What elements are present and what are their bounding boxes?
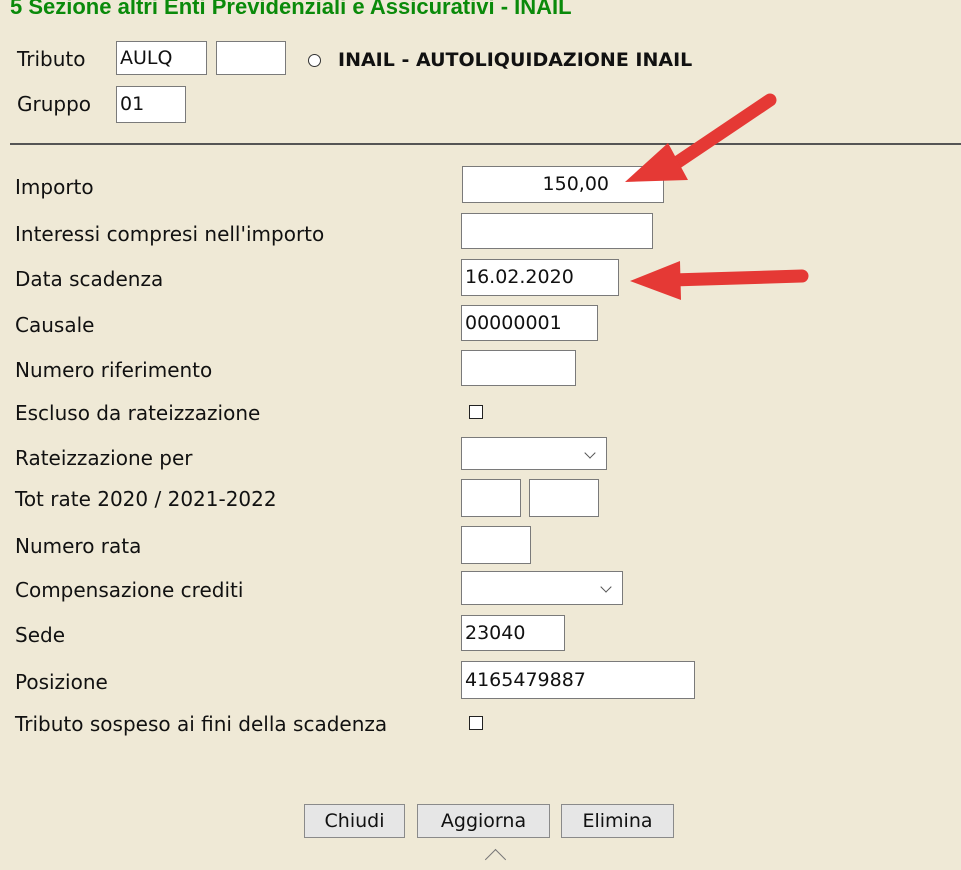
annotation-arrows: [625, 93, 809, 300]
arrow-importo-icon: [625, 93, 777, 182]
arrow-data-scadenza-icon: [630, 261, 809, 300]
